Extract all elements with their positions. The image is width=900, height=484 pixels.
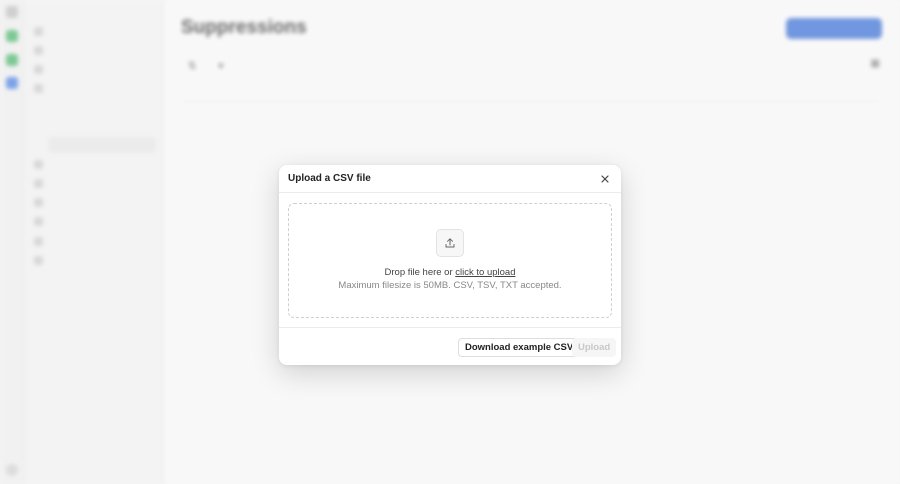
download-example-csv-button[interactable]: Download example CSV bbox=[458, 338, 581, 357]
click-to-upload-link[interactable]: click to upload bbox=[455, 267, 515, 278]
dialog-footer: Download example CSV Upload bbox=[279, 327, 621, 365]
upload-button[interactable]: Upload bbox=[572, 338, 617, 357]
drop-instructions: Drop file here or click to upload bbox=[289, 267, 611, 278]
close-icon bbox=[601, 174, 609, 183]
upload-csv-dialog: Upload a CSV file Drop file here or clic… bbox=[279, 165, 621, 365]
drop-text: Drop file here or bbox=[384, 267, 453, 278]
upload-icon-box bbox=[436, 229, 464, 257]
file-dropzone[interactable]: Drop file here or click to upload Maximu… bbox=[288, 203, 612, 318]
upload-icon bbox=[445, 238, 455, 248]
file-limit-text: Maximum filesize is 50MB. CSV, TSV, TXT … bbox=[338, 280, 562, 291]
dialog-title: Upload a CSV file bbox=[288, 173, 371, 184]
close-button[interactable] bbox=[598, 172, 612, 186]
dialog-header: Upload a CSV file bbox=[279, 165, 621, 193]
